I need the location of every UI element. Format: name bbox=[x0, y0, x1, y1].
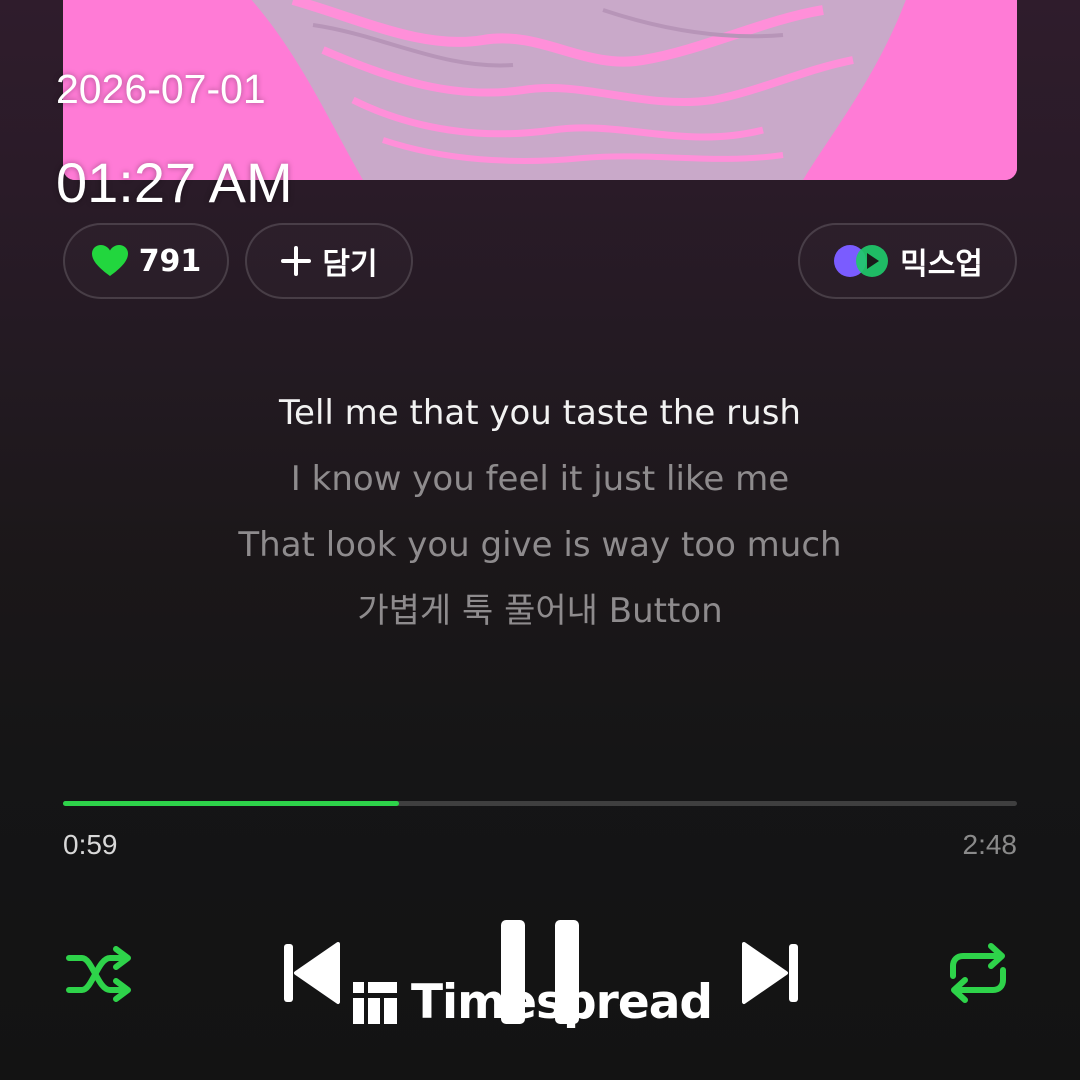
previous-button[interactable] bbox=[278, 938, 344, 1008]
add-to-playlist-button[interactable]: 담기 bbox=[245, 223, 413, 299]
next-button[interactable] bbox=[738, 938, 804, 1008]
next-icon bbox=[742, 942, 798, 1004]
mixup-icon bbox=[832, 243, 890, 279]
progress-fill bbox=[63, 801, 399, 806]
add-label: 담기 bbox=[322, 247, 378, 282]
elapsed-time: 0:59 bbox=[63, 829, 118, 860]
shuffle-icon bbox=[66, 946, 131, 1002]
mixup-label: 믹스업 bbox=[900, 247, 983, 282]
lyric-line: 가볍게 툭 풀어내 Button bbox=[357, 591, 723, 631]
repeat-button[interactable] bbox=[945, 942, 1011, 1004]
plus-icon bbox=[280, 245, 312, 277]
previous-icon bbox=[284, 942, 340, 1004]
total-time: 2:48 bbox=[962, 829, 1018, 860]
lyric-line: I know you feel it just like me bbox=[290, 459, 790, 499]
repeat-icon bbox=[950, 943, 1006, 1003]
like-button[interactable]: 791 bbox=[63, 223, 229, 299]
heart-icon bbox=[91, 244, 129, 278]
mixup-button[interactable]: 믹스업 bbox=[798, 223, 1017, 299]
watermark-text: Timespread bbox=[411, 974, 713, 1030]
shuffle-button[interactable] bbox=[64, 944, 134, 1004]
lyric-line: That look you give is way too much bbox=[238, 525, 842, 565]
progress-bar[interactable] bbox=[63, 801, 1017, 806]
overlay-time: 01:27 AM bbox=[56, 151, 293, 214]
like-count: 791 bbox=[138, 243, 202, 279]
lyrics-panel[interactable]: Tell me that you taste the rush I know y… bbox=[0, 388, 1080, 652]
lyric-line-current: Tell me that you taste the rush bbox=[279, 393, 801, 433]
overlay-date: 2026-07-01 bbox=[56, 66, 266, 112]
watermark: Timespread bbox=[353, 974, 713, 1030]
timespread-logo-icon bbox=[353, 980, 397, 1024]
